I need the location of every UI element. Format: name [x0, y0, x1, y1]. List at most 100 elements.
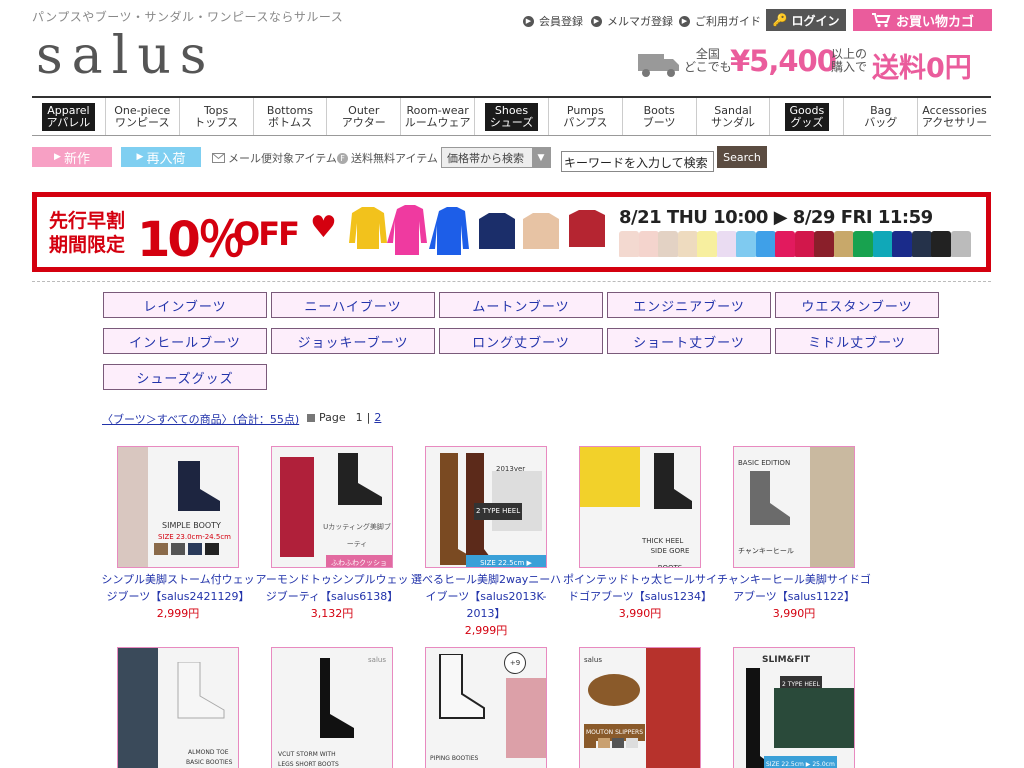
restock-button[interactable]: ▶ 再入荷 — [121, 147, 201, 167]
product-name[interactable]: シンプル美脚ストーム付ウェッジブーツ【salus2421129】 — [101, 571, 255, 605]
product-price: 3,990円 — [772, 607, 816, 620]
product-image[interactable]: salus MOUTON SLIPPERS — [579, 647, 701, 768]
category-bottoms[interactable]: Bottoms ボトムス — [254, 98, 328, 135]
category-one-piece[interactable]: One-piece ワンピース — [106, 98, 180, 135]
subcategory-button[interactable]: ジョッキーブーツ — [271, 328, 435, 354]
product-name[interactable]: チャンキーヒール美脚サイドゴアブーツ【salus1122】 — [717, 571, 871, 605]
product-image[interactable]: +9 PIPING BOOTIES — [425, 647, 547, 768]
page-1-current: 1 — [355, 411, 363, 424]
product-card[interactable]: VCUT STORM WITH LEGS SHORT BOOTS salus — [255, 647, 409, 768]
category-outer[interactable]: Outer アウター — [327, 98, 402, 135]
newsletter-register-label[interactable]: メルマガ登録 — [607, 13, 673, 29]
category-goods[interactable]: Goods グッズ — [770, 98, 845, 135]
category-en: Pumps — [566, 103, 604, 117]
category-ja: ワンピース — [115, 115, 170, 129]
category-en: Goods — [789, 103, 825, 117]
newsletter-register-link[interactable]: ▶ メルマガ登録 — [591, 13, 673, 29]
category-pumps[interactable]: Pumps パンプス — [549, 98, 623, 135]
pagination: Page 1 | 2 — [307, 411, 381, 424]
category-apparel[interactable]: Apparel アパレル — [32, 98, 106, 135]
category-ja: ルームウェア — [404, 115, 471, 129]
cart-label: お買い物カゴ — [895, 14, 974, 30]
subcategory-button[interactable]: ロング丈ブーツ — [439, 328, 603, 354]
shipping-threshold: ¥5,400 — [730, 44, 837, 78]
user-guide-link[interactable]: ▶ ご利用ガイド — [679, 13, 761, 29]
color-swatch — [697, 231, 717, 257]
member-register-label[interactable]: 会員登録 — [539, 13, 583, 29]
promo-banner[interactable]: 先行早割 期間限定 10％ OFF ♥ 8/21 THU 10:00 ▶ 8/2… — [32, 192, 991, 272]
page-2-link[interactable]: 2 — [374, 411, 381, 424]
product-image[interactable]: VCUT STORM WITH LEGS SHORT BOOTS salus — [271, 647, 393, 768]
subcategory-button[interactable]: ミドル丈ブーツ — [775, 328, 939, 354]
free-ship-label: 送料無料アイテム — [351, 152, 438, 165]
product-card[interactable]: SIMPLE BOOTY SIZE 23.0cm-24.5cm シンプル美脚ストーム… — [101, 446, 255, 622]
free-ship-filter[interactable]: F 送料無料アイテム — [337, 150, 438, 166]
site-logo[interactable]: salus — [36, 28, 216, 84]
mail-item-label: メール便対象アイテム — [228, 152, 337, 165]
subcategory-button[interactable]: ムートンブーツ — [439, 292, 603, 318]
category-ja: パンプス — [563, 115, 608, 129]
product-name[interactable]: アーモンドトゥシンプルウェッジブーティ【salus6138】 — [255, 571, 409, 605]
subcategory-button[interactable]: レインブーツ — [103, 292, 267, 318]
product-card[interactable]: BASIC EDITION チャンキーヒール チャンキーヒール美脚サイドゴアブーツ【… — [717, 446, 871, 622]
product-name[interactable]: ポインテッドトゥ太ヒールサイドゴアブーツ【salus1234】 — [563, 571, 717, 605]
keyword-search-input[interactable]: キーワードを入力して検索 — [561, 151, 714, 172]
key-icon: 🔑 — [772, 13, 788, 27]
user-guide-label[interactable]: ご利用ガイド — [695, 13, 761, 29]
category-ja: シューズ — [489, 115, 534, 129]
subcategory-button[interactable]: ウエスタンブーツ — [775, 292, 939, 318]
product-card[interactable]: THICK HEEL SIDE GORE BOOTS ポインテッドトゥ太ヒールサイド… — [563, 446, 717, 622]
category-en: One-piece — [114, 103, 171, 117]
category-tops[interactable]: Tops トップス — [180, 98, 254, 135]
product-image[interactable]: SLIM&FIT 2 TYPE HEEL SIZE 22.5cm ▶ 25.0cm — [733, 647, 855, 768]
category-boots[interactable]: Boots ブーツ — [623, 98, 697, 135]
category-accessories[interactable]: Accessories アクセサリー — [918, 98, 991, 135]
member-register-link[interactable]: ▶ 会員登録 — [523, 13, 583, 29]
product-card[interactable]: SLIM&FIT 2 TYPE HEEL SIZE 22.5cm ▶ 25.0cm — [717, 647, 871, 768]
product-image[interactable]: ALMOND TOE BASIC BOOTIES — [117, 647, 239, 768]
mail-item-filter[interactable]: メール便対象アイテム — [212, 150, 337, 166]
p4-caption2: SIDE GORE BOOTS — [650, 547, 690, 568]
color-swatch — [833, 231, 854, 257]
product-price: 2,999円 — [156, 607, 200, 620]
p3-caption: 2 TYPE HEEL — [474, 503, 523, 520]
login-label: ログイン — [791, 13, 840, 28]
price-range-select[interactable]: 価格帯から検索 ▼ — [441, 147, 551, 168]
category-en: Shoes — [494, 103, 529, 117]
search-button[interactable]: Search — [717, 146, 767, 168]
category-bag[interactable]: Bag バッグ — [844, 98, 919, 135]
category-en: Bottoms — [266, 103, 313, 117]
product-name[interactable]: 選べるヒール美脚2wayニーハイブーツ【salus2013K-2013】 — [409, 571, 563, 622]
product-image[interactable]: SIMPLE BOOTY SIZE 23.0cm-24.5cm — [117, 446, 239, 568]
subcategory-button[interactable]: ニーハイブーツ — [271, 292, 435, 318]
category-shoes[interactable]: Shoes シューズ — [475, 98, 549, 135]
category-room-wear[interactable]: Room-wear ルームウェア — [401, 98, 476, 135]
product-card[interactable]: ALMOND TOE BASIC BOOTIES — [101, 647, 255, 768]
breadcrumb-link[interactable]: 〈ブーツ＞すべての商品〉(合計：55点) — [102, 413, 299, 426]
banner-percent: 10％ — [137, 212, 246, 268]
product-card[interactable]: 2 TYPE HEEL 2013ver SIZE 22.5cm ▶ 25.0cm 選べ… — [409, 446, 563, 639]
color-swatch — [736, 231, 756, 257]
login-button[interactable]: 🔑 ログイン — [766, 9, 846, 31]
product-image[interactable]: Uカッティング美脚ブーティふわふわクッション入り — [271, 446, 393, 568]
product-image[interactable]: 2 TYPE HEEL 2013ver SIZE 22.5cm ▶ 25.0cm — [425, 446, 547, 568]
category-sandal[interactable]: Sandal サンダル — [697, 98, 771, 135]
category-en: Tops — [203, 103, 229, 117]
category-label: Boots ブーツ — [643, 104, 676, 129]
subcategory-button[interactable]: インヒールブーツ — [103, 328, 267, 354]
product-image[interactable]: THICK HEEL SIDE GORE BOOTS — [579, 446, 701, 568]
p7-caption2: LEGS SHORT BOOTS — [278, 761, 339, 768]
product-card[interactable]: salus MOUTON SLIPPERS — [563, 647, 717, 768]
subcategory-button[interactable]: エンジニアブーツ — [607, 292, 771, 318]
product-card[interactable]: +9 PIPING BOOTIES — [409, 647, 563, 768]
category-ja: グッズ — [790, 115, 824, 129]
breadcrumb[interactable]: 〈ブーツ＞すべての商品〉(合計：55点) — [102, 411, 299, 427]
cart-button[interactable]: お買い物カゴ — [853, 9, 992, 31]
product-image[interactable]: BASIC EDITION チャンキーヒール — [733, 446, 855, 568]
subcategory-button[interactable]: ショート丈ブーツ — [607, 328, 771, 354]
product-card[interactable]: Uカッティング美脚ブーティふわふわクッション入りアーモンドトゥシンプルウェッジブ… — [255, 446, 409, 622]
new-items-button[interactable]: ▶ 新作 — [32, 147, 112, 167]
category-label: Outer アウター — [342, 104, 386, 129]
subcategory-button[interactable]: シューズグッズ — [103, 364, 267, 390]
category-label: Bag バッグ — [864, 104, 897, 129]
